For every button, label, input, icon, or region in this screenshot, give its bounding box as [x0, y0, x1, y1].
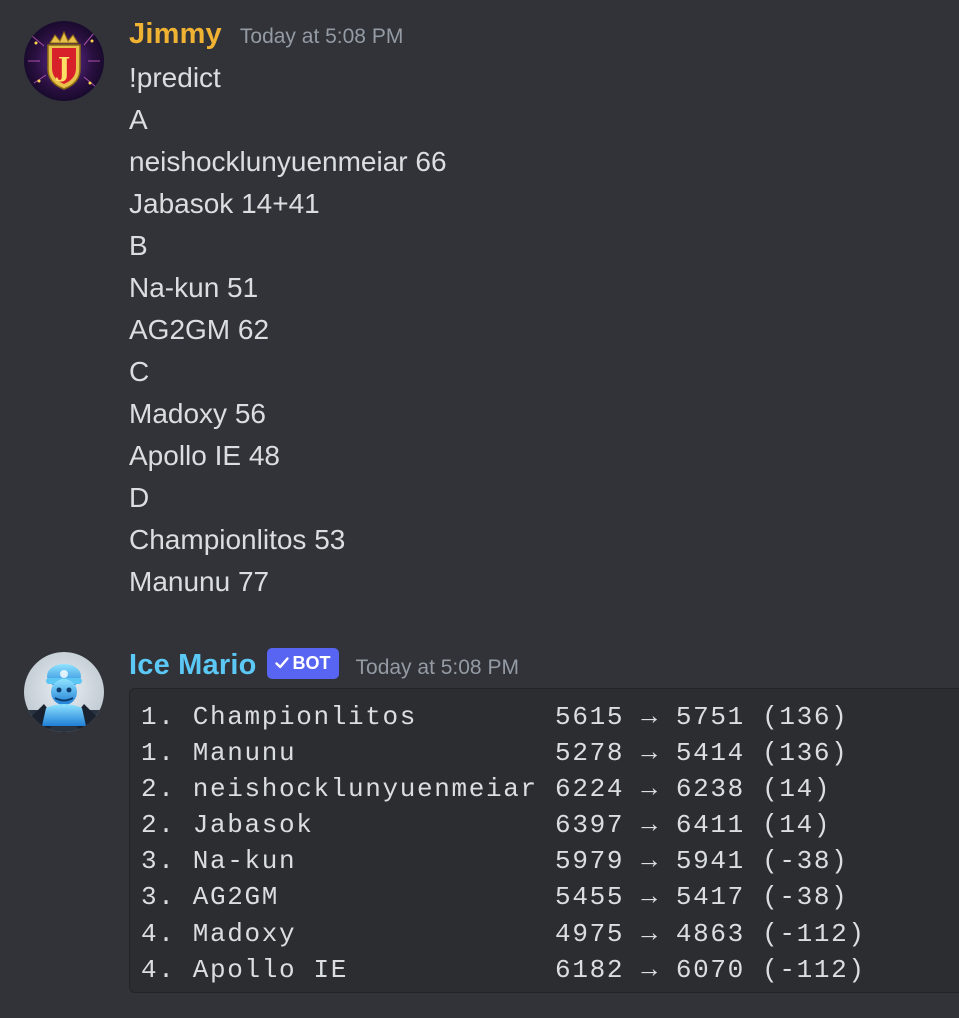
message-header: Ice Mario BOT Today at 5:08 PM: [129, 647, 519, 682]
content-line: Championlitos 53: [129, 524, 346, 555]
avatar[interactable]: [24, 652, 104, 732]
content-line: D: [129, 482, 150, 513]
content-line: AG2GM 62: [129, 314, 270, 345]
code-line: 3. AG2GM 5455 → 5417 (-38): [141, 882, 849, 913]
verified-check-icon: [274, 657, 289, 669]
timestamp[interactable]: Today at 5:08 PM: [240, 25, 403, 49]
code-line: 2. Jabasok 6397 → 6411 (14): [141, 810, 832, 841]
content-line: neishocklunyuenmeiar 66: [129, 146, 447, 177]
content-line: Apollo IE 48: [129, 440, 280, 471]
username[interactable]: Jimmy: [129, 18, 222, 51]
content-line: A: [129, 104, 148, 135]
bot-tag-label: BOT: [292, 652, 331, 673]
code-block: 1. Championlitos 5615 → 5751 (136) 1. Ma…: [129, 688, 959, 993]
message-jimmy: J Jimmy Today at 5:08 PM !predict A neis…: [0, 0, 959, 620]
content-line: !predict: [129, 62, 221, 93]
crown-j-badge-icon: J: [24, 21, 104, 101]
bot-tag: BOT: [266, 647, 339, 679]
content-line: B: [129, 230, 148, 261]
content-line: Jabasok 14+41: [129, 188, 320, 219]
code-line: 4. Apollo IE 6182 → 6070 (-112): [141, 954, 866, 985]
message-header: Jimmy Today at 5:08 PM: [129, 18, 403, 51]
code-line: 1. Manunu 5278 → 5414 (136): [141, 738, 849, 769]
timestamp[interactable]: Today at 5:08 PM: [356, 656, 519, 680]
content-line: Madoxy 56: [129, 398, 266, 429]
message-content: !predict A neishocklunyuenmeiar 66 Jabas…: [129, 57, 447, 603]
code-line: 3. Na-kun 5979 → 5941 (-38): [141, 846, 849, 877]
content-line: Na-kun 51: [129, 272, 259, 303]
code-line: 1. Championlitos 5615 → 5751 (136): [141, 702, 849, 732]
ice-mario-icon: [24, 652, 104, 732]
svg-text:J: J: [56, 53, 70, 83]
username[interactable]: Ice Mario: [129, 649, 257, 682]
content-line: C: [129, 356, 150, 387]
avatar[interactable]: J: [24, 21, 104, 101]
code-line: 4. Madoxy 4975 → 4863 (-112): [141, 918, 866, 949]
content-line: Manunu 77: [129, 566, 270, 597]
code-line: 2. neishocklunyuenmeiar 6224 → 6238 (14): [141, 774, 832, 805]
